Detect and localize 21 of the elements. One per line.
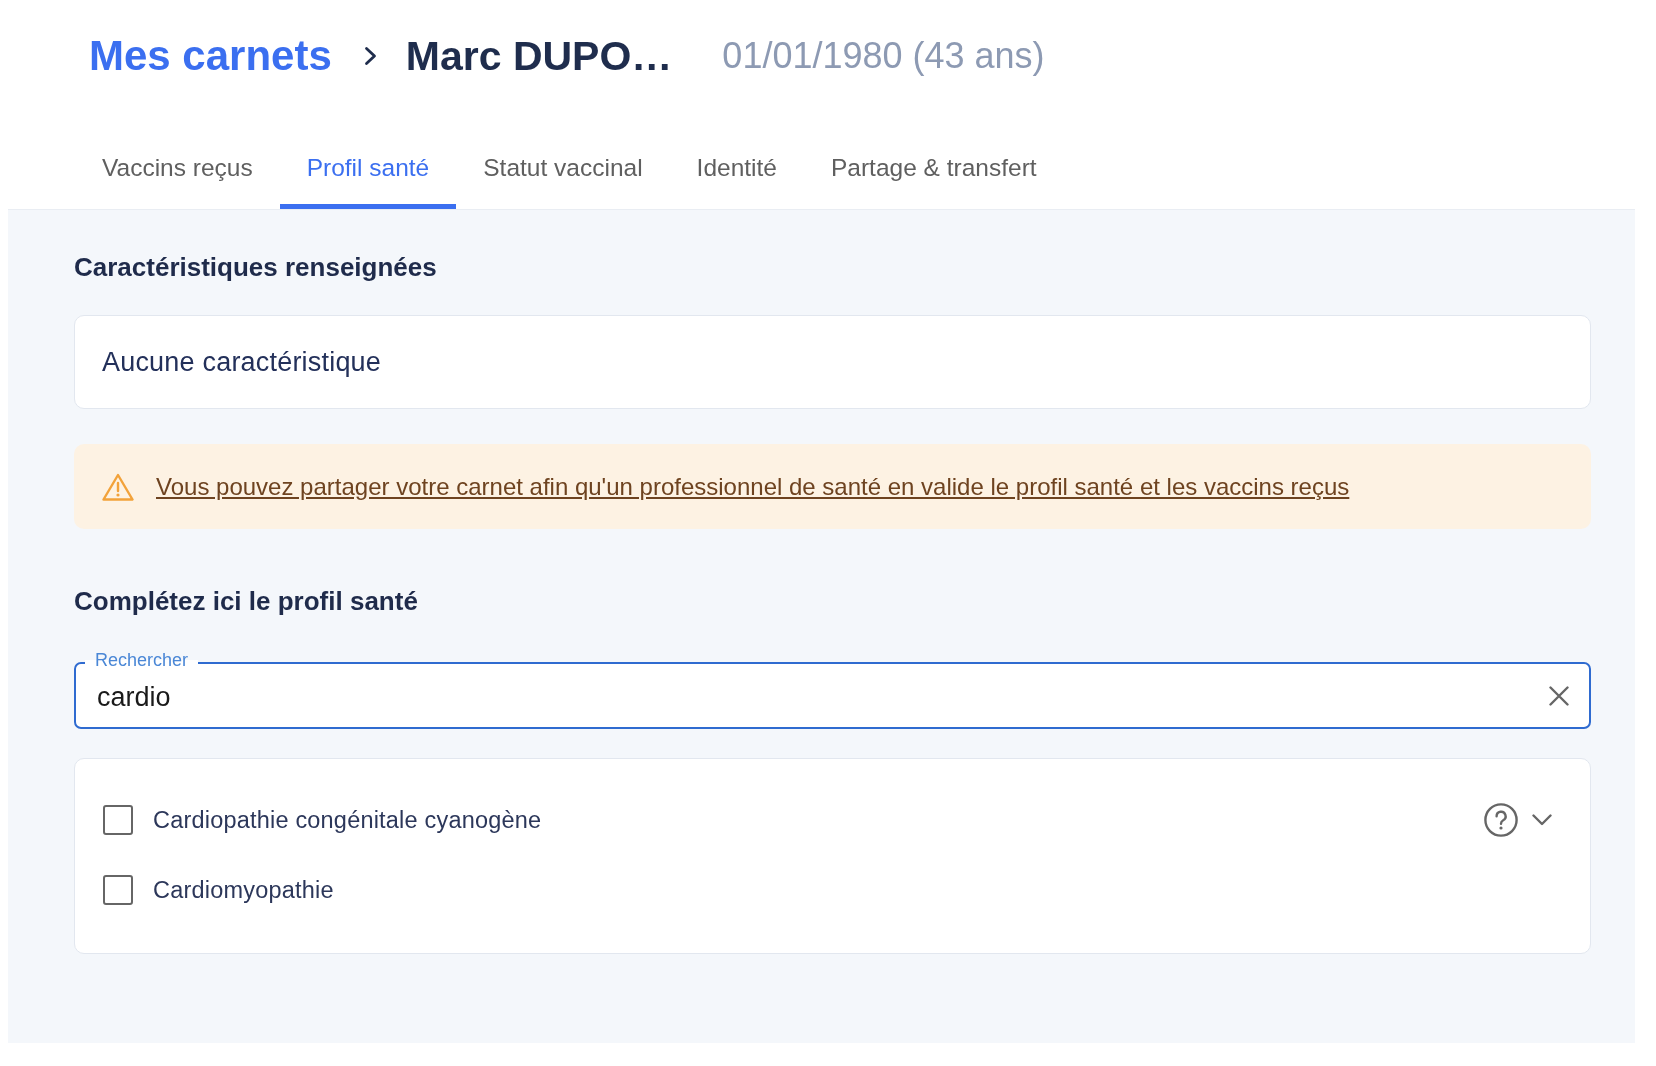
clear-button[interactable] <box>1549 686 1569 706</box>
tab[interactable]: Identité <box>669 137 804 209</box>
empty-state-text: Aucune caractéristique <box>102 348 382 376</box>
breadcrumb-link[interactable]: Mes carnets <box>89 30 332 82</box>
share-link[interactable]: Vous pouvez partager votre carnet afin qu'un professionnel de santé en valide le profil santé et les vaccins reçus <box>156 472 1350 501</box>
tab[interactable]: Statut vaccinal <box>456 137 670 209</box>
warning-icon <box>102 472 134 501</box>
help-icon[interactable] <box>1484 803 1518 837</box>
chevron-down-icon[interactable] <box>1532 814 1552 826</box>
section-heading: Caractéristiques renseignées <box>74 251 438 283</box>
section-heading: Complétez ici le profil santé <box>74 585 419 617</box>
checkbox[interactable] <box>103 805 133 835</box>
chevron-right-icon <box>363 46 378 66</box>
birth-date-text: 01/01/1980 (43 ans) <box>722 34 1045 78</box>
option-label: Cardiopathie congénitale cyanogène <box>153 806 542 834</box>
tab[interactable]: Vaccins reçus <box>75 137 280 209</box>
close-icon <box>1549 686 1569 706</box>
page-title: Marc DUPO… <box>405 32 673 81</box>
checkbox[interactable] <box>103 875 133 905</box>
option-label: Cardiomyopathie <box>153 876 334 904</box>
tab[interactable]: Partage & transfert <box>803 137 1064 209</box>
